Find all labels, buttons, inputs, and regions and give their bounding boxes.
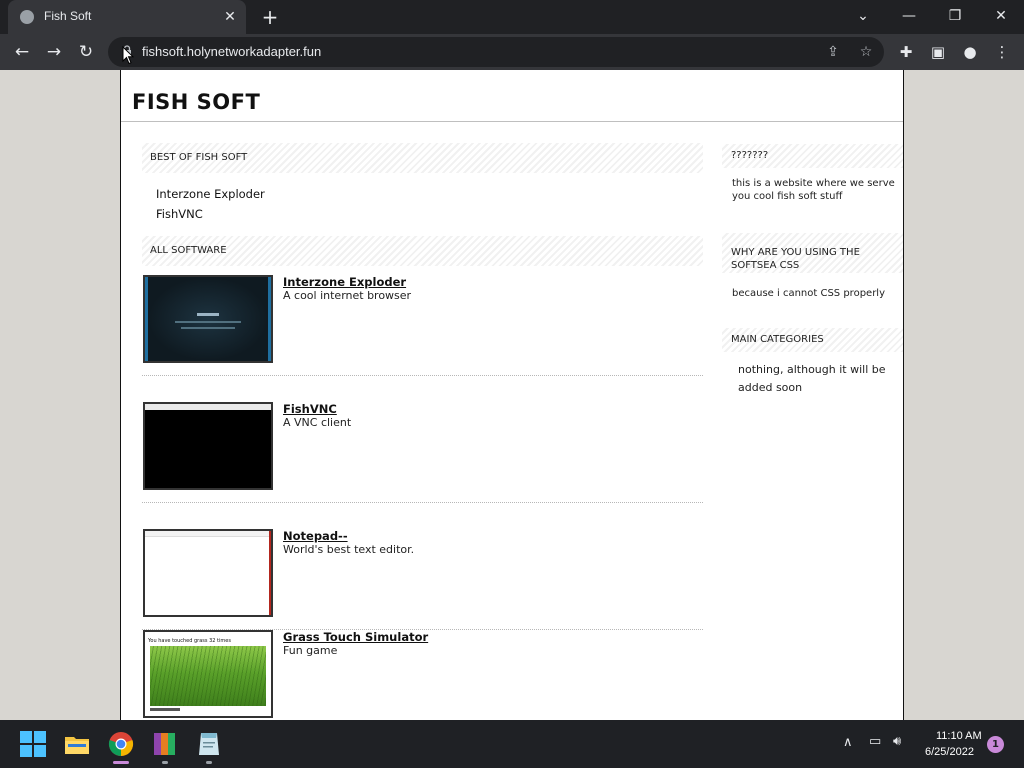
back-arrow-icon[interactable]: ← <box>10 40 34 64</box>
browser-tab[interactable]: Fish Soft ✕ <box>8 0 246 34</box>
site-header: FISH SOFT <box>121 70 903 122</box>
tab-title: Fish Soft <box>44 9 92 23</box>
sidebar-text-about: this is a website where we serve you coo… <box>732 178 895 202</box>
side-panel-icon[interactable]: ▣ <box>926 40 950 64</box>
open-app-indicator <box>162 761 168 764</box>
notification-badge[interactable]: 1 <box>987 736 1004 753</box>
minimize-icon[interactable]: — <box>894 4 924 28</box>
site-title: FISH SOFT <box>132 90 261 114</box>
winrar-icon[interactable] <box>151 730 179 758</box>
menu-icon[interactable]: ⋮ <box>990 40 1014 64</box>
notepad-app-icon[interactable] <box>195 730 223 758</box>
interzone-thumbnail[interactable] <box>143 275 273 363</box>
share-icon[interactable]: ⇪ <box>823 42 843 62</box>
item-desc-interzone: A cool internet browser <box>283 289 412 302</box>
item-desc-grass: Fun game <box>283 644 338 657</box>
browser-toolbar: ← → ↻ fishsoft.holynetworkadapter.fun ⇪ … <box>0 34 1024 70</box>
open-app-indicator <box>206 761 212 764</box>
chevron-up-icon[interactable]: ∧ <box>843 735 853 750</box>
all-software-heading: ALL SOFTWARE <box>142 236 703 266</box>
best-of-heading: BEST OF FISH SOFT <box>142 143 703 173</box>
volume-icon[interactable]: 🔊︎ <box>893 734 901 749</box>
forward-arrow-icon[interactable]: → <box>42 40 66 64</box>
best-item-interzone[interactable]: Interzone Exploder <box>156 187 265 201</box>
tab-search-icon[interactable]: ⌄ <box>848 4 878 28</box>
notepad-thumbnail[interactable] <box>143 529 273 617</box>
star-icon[interactable]: ☆ <box>856 42 876 62</box>
file-explorer-icon[interactable] <box>63 730 91 758</box>
page-viewport: FISH SOFT BEST OF FISH SOFT Interzone Ex… <box>0 70 1024 720</box>
extensions-icon[interactable]: ✚ <box>894 40 918 64</box>
best-item-fishvnc[interactable]: FishVNC <box>156 207 203 221</box>
item-desc-fishvnc: A VNC client <box>283 416 352 429</box>
item-divider <box>142 502 703 503</box>
sidebar-heading-about: ??????? <box>722 144 903 168</box>
mouse-cursor-icon <box>122 46 134 65</box>
active-app-indicator <box>113 761 129 764</box>
address-bar[interactable]: fishsoft.holynetworkadapter.fun ⇪ ☆ <box>108 37 884 67</box>
taskbar: ∧ ▭ 🔊︎ <box>0 720 1024 768</box>
chrome-icon[interactable] <box>107 730 135 758</box>
new-tab-button[interactable]: + <box>258 5 282 29</box>
sidebar-heading-softsea: WHY ARE YOU USING THE SOFTSEA CSS <box>722 233 903 273</box>
start-icon[interactable] <box>19 730 47 758</box>
network-icon[interactable]: ▭ <box>869 734 881 749</box>
profile-icon[interactable]: ● <box>958 40 982 64</box>
sidebar-text-softsea: because i cannot CSS properly <box>732 288 886 299</box>
page-container: FISH SOFT BEST OF FISH SOFT Interzone Ex… <box>120 70 904 720</box>
grass-thumbnail[interactable]: You have touched grass 32 times <box>143 630 273 718</box>
tab-strip: Fish Soft ✕ + ⌄ — ❐ ✕ <box>0 0 1024 34</box>
item-name-notepad[interactable]: Notepad-- <box>283 529 348 543</box>
item-name-grass[interactable]: Grass Touch Simulator <box>283 630 428 644</box>
close-window-icon[interactable]: ✕ <box>986 4 1016 28</box>
tab-close-icon[interactable]: ✕ <box>220 7 240 27</box>
item-divider <box>142 375 703 376</box>
globe-icon <box>20 10 34 24</box>
restore-icon[interactable]: ❐ <box>940 4 970 28</box>
item-name-fishvnc[interactable]: FishVNC <box>283 402 337 416</box>
item-desc-notepad: World's best text editor. <box>283 543 415 556</box>
url-text[interactable]: fishsoft.holynetworkadapter.fun <box>142 44 321 59</box>
item-name-interzone[interactable]: Interzone Exploder <box>283 275 406 289</box>
fishvnc-thumbnail[interactable] <box>143 402 273 490</box>
sidebar-heading-categories: MAIN CATEGORIES <box>722 328 903 352</box>
sidebar-text-categories: nothing, although it will be added soon <box>738 363 886 394</box>
grass-thumbnail-caption: You have touched grass 32 times <box>148 638 231 644</box>
clock-time[interactable]: 11:10 AM <box>936 730 982 742</box>
reload-icon[interactable]: ↻ <box>74 40 98 64</box>
clock-date[interactable]: 6/25/2022 <box>925 746 974 758</box>
